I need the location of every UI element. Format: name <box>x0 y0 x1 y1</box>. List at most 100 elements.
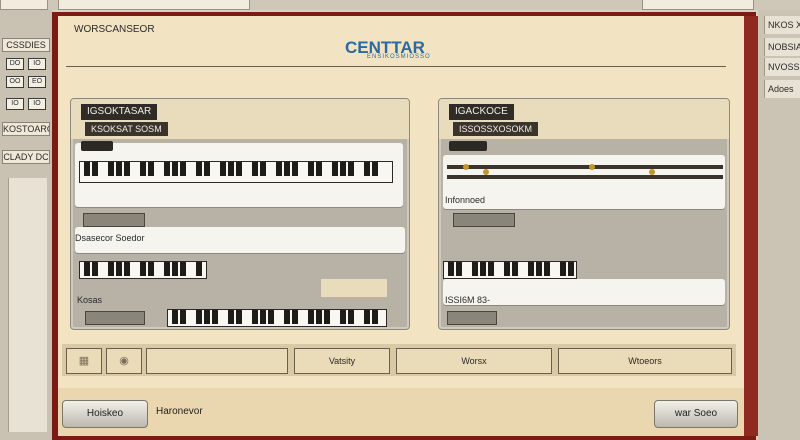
black-key[interactable] <box>140 162 146 176</box>
worsx-button[interactable]: Worsx <box>396 348 552 374</box>
black-key[interactable] <box>340 162 346 176</box>
footer-left-button[interactable]: Hoiskeo <box>62 400 148 428</box>
black-key[interactable] <box>348 162 354 176</box>
black-key[interactable] <box>252 310 258 324</box>
vatsity-button[interactable]: Vatsity <box>294 348 390 374</box>
left-button[interactable]: IO <box>6 98 24 110</box>
black-key[interactable] <box>568 262 574 276</box>
piano-keys[interactable] <box>79 161 393 183</box>
black-key[interactable] <box>164 262 170 276</box>
left-button[interactable]: IO <box>28 58 46 70</box>
black-key[interactable] <box>324 310 330 324</box>
black-key[interactable] <box>204 310 210 324</box>
panel-switch[interactable] <box>449 141 487 151</box>
sequencer-step[interactable] <box>463 164 469 170</box>
black-key[interactable] <box>316 162 322 176</box>
piano-keys[interactable] <box>443 261 577 279</box>
wtoeors-button[interactable]: Wtoeors <box>558 348 732 374</box>
black-key[interactable] <box>164 162 170 176</box>
black-key[interactable] <box>84 162 90 176</box>
black-key[interactable] <box>212 310 218 324</box>
black-key[interactable] <box>284 310 290 324</box>
black-key[interactable] <box>348 310 354 324</box>
black-key[interactable] <box>260 162 266 176</box>
black-key[interactable] <box>172 262 178 276</box>
black-key[interactable] <box>92 162 98 176</box>
piano-keys[interactable] <box>167 309 387 327</box>
black-key[interactable] <box>316 310 322 324</box>
sequencer-step[interactable] <box>589 164 595 170</box>
black-key[interactable] <box>308 310 314 324</box>
panel-switch[interactable] <box>81 141 113 151</box>
black-key[interactable] <box>116 162 122 176</box>
black-key[interactable] <box>292 162 298 176</box>
black-key[interactable] <box>332 162 338 176</box>
black-key[interactable] <box>480 262 486 276</box>
black-key[interactable] <box>504 262 510 276</box>
black-key[interactable] <box>228 310 234 324</box>
black-key[interactable] <box>116 262 122 276</box>
black-key[interactable] <box>84 262 90 276</box>
black-key[interactable] <box>268 310 274 324</box>
black-key[interactable] <box>512 262 518 276</box>
black-key[interactable] <box>448 262 454 276</box>
black-key[interactable] <box>228 162 234 176</box>
black-key[interactable] <box>536 262 542 276</box>
black-key[interactable] <box>124 262 130 276</box>
black-key[interactable] <box>308 162 314 176</box>
black-key[interactable] <box>204 162 210 176</box>
black-key[interactable] <box>108 262 114 276</box>
black-key[interactable] <box>108 162 114 176</box>
black-key[interactable] <box>372 310 378 324</box>
black-key[interactable] <box>236 310 242 324</box>
black-key[interactable] <box>180 310 186 324</box>
row-input-field[interactable] <box>146 348 288 374</box>
sequencer-step[interactable] <box>649 169 655 175</box>
left-button[interactable]: DO <box>6 58 24 70</box>
black-key[interactable] <box>148 262 154 276</box>
right-menu-item[interactable]: Adoes <box>764 80 800 98</box>
black-key[interactable] <box>560 262 566 276</box>
right-menu-item[interactable]: NOBSIAN <box>764 38 800 56</box>
black-key[interactable] <box>544 262 550 276</box>
black-key[interactable] <box>172 162 178 176</box>
top-tab[interactable] <box>58 0 250 10</box>
circle-icon-button[interactable]: ◉ <box>106 348 142 374</box>
left-button[interactable]: EO <box>28 76 46 88</box>
black-key[interactable] <box>140 262 146 276</box>
black-key[interactable] <box>196 162 202 176</box>
black-key[interactable] <box>456 262 462 276</box>
black-key[interactable] <box>196 310 202 324</box>
black-key[interactable] <box>92 262 98 276</box>
black-key[interactable] <box>236 162 242 176</box>
piano-keys[interactable] <box>79 261 207 279</box>
sequencer-step[interactable] <box>483 169 489 175</box>
right-menu-item[interactable]: NVOSSM <box>764 58 800 76</box>
black-key[interactable] <box>260 310 266 324</box>
black-key[interactable] <box>364 162 370 176</box>
black-key[interactable] <box>340 310 346 324</box>
left-button[interactable]: OO <box>6 76 24 88</box>
left-button[interactable]: IO <box>28 98 46 110</box>
black-key[interactable] <box>180 262 186 276</box>
black-key[interactable] <box>180 162 186 176</box>
black-key[interactable] <box>220 162 226 176</box>
black-key[interactable] <box>196 262 202 276</box>
black-key[interactable] <box>528 262 534 276</box>
black-key[interactable] <box>252 162 258 176</box>
footer-right-button[interactable]: war Soeo <box>654 400 738 428</box>
black-key[interactable] <box>124 162 130 176</box>
black-key[interactable] <box>148 162 154 176</box>
black-key[interactable] <box>364 310 370 324</box>
top-tab[interactable] <box>642 0 754 10</box>
black-key[interactable] <box>276 162 282 176</box>
left-tab[interactable]: CLADY DC <box>2 150 50 164</box>
black-key[interactable] <box>284 162 290 176</box>
top-tab[interactable] <box>0 0 48 10</box>
black-key[interactable] <box>472 262 478 276</box>
black-key[interactable] <box>488 262 494 276</box>
grid-icon-button[interactable]: ▦ <box>66 348 102 374</box>
black-key[interactable] <box>172 310 178 324</box>
black-key[interactable] <box>292 310 298 324</box>
black-key[interactable] <box>372 162 378 176</box>
